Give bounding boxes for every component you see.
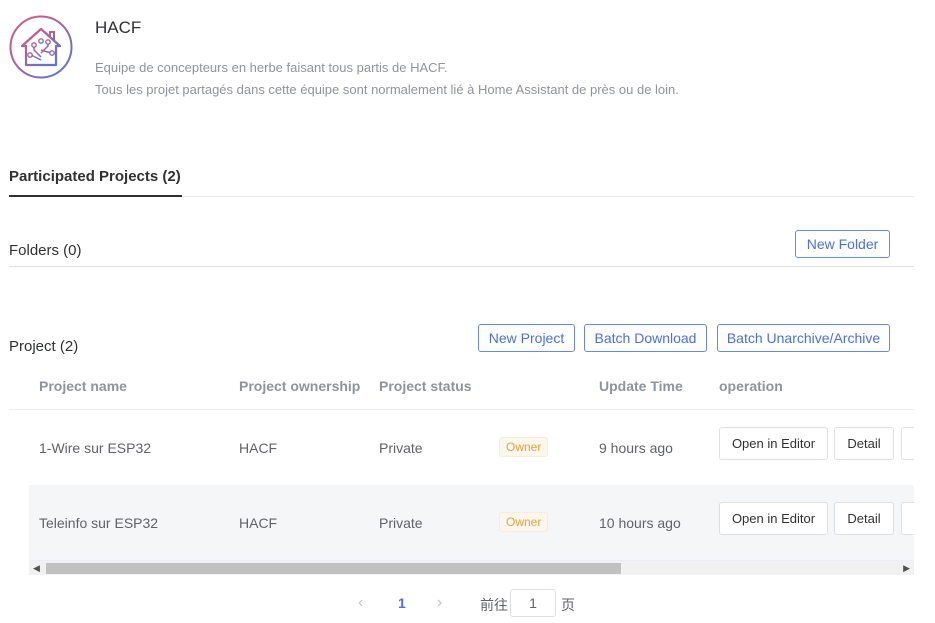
projects-table: Project name Project ownership Project s… [9,361,914,577]
goto-suffix-label: 页 [561,597,575,613]
home-assistant-circuit-logo-icon [9,15,73,79]
table-horizontal-scrollbar[interactable]: ◀ ▶ [29,561,914,575]
pager-page-number[interactable]: 1 [398,595,406,611]
project-update-time: 9 hours ago [599,440,673,456]
column-header-update-time: Update Time [599,378,683,394]
projects-title: Project (2) [9,338,79,355]
project-update-time: 10 hours ago [599,515,681,531]
detail-button[interactable]: Detail [834,427,894,460]
new-project-button[interactable]: New Project [478,324,575,352]
new-folder-button[interactable]: New Folder [795,230,890,258]
role-badge: Owner [499,437,549,457]
detail-button[interactable]: Detail [834,502,894,535]
team-name: HACF [95,18,142,37]
column-header-status: Project status [379,378,472,394]
column-header-ownership: Project ownership [239,378,361,394]
batch-download-button[interactable]: Batch Download [584,324,707,352]
team-logo [9,15,73,79]
scroll-right-arrow-icon[interactable]: ▶ [903,563,910,574]
table-row: Teleinfo sur ESP32 HACF Private Owner 10… [29,485,914,561]
folders-title: Folders (0) [9,242,82,259]
active-tab-indicator [9,195,182,197]
project-name: Teleinfo sur ESP32 [39,515,159,531]
column-header-operation: operation [719,378,783,394]
goto-label: 前往 [480,597,508,613]
scrollbar-thumb[interactable] [46,563,621,574]
table-header: Project name Project ownership Project s… [9,361,914,410]
project-status: Private [379,515,423,531]
open-in-editor-button[interactable]: Open in Editor [719,502,828,535]
more-actions-button[interactable] [901,502,914,535]
column-header-name: Project name [39,378,127,394]
scroll-left-arrow-icon[interactable]: ◀ [33,563,40,574]
prev-page-chevron-icon[interactable]: ‹ [358,594,363,612]
project-status: Private [379,440,423,456]
project-name: 1-Wire sur ESP32 [39,440,152,456]
batch-archive-button[interactable]: Batch Unarchive/Archive [717,324,890,352]
project-ownership: HACF [239,440,278,456]
team-description-line-1: Equipe de concepteurs en herbe faisant t… [95,60,448,75]
team-description-line-2: Tous les projet partagés dans cette équi… [95,82,679,97]
more-actions-button[interactable] [901,427,914,460]
role-badge: Owner [499,512,549,532]
project-ownership: HACF [239,515,278,531]
goto-page-input[interactable] [510,589,556,617]
next-page-chevron-icon[interactable]: › [437,594,442,612]
folders-divider [9,266,914,267]
open-in-editor-button[interactable]: Open in Editor [719,427,828,460]
table-row: 1-Wire sur ESP32 HACF Private Owner 9 ho… [29,410,914,486]
tab-participated-projects[interactable]: Participated Projects (2) [9,168,181,185]
